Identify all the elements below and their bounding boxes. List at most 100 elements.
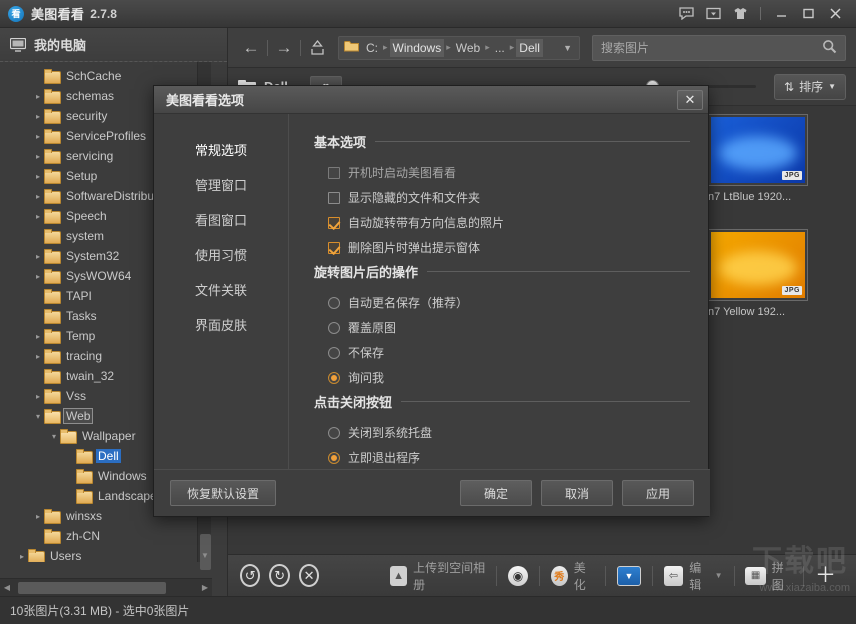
- search-box[interactable]: [592, 35, 846, 61]
- edit-button[interactable]: ⇦ 编辑 ▼: [656, 559, 731, 593]
- app-title: 美图看看: [31, 4, 84, 23]
- radio-option[interactable]: 自动更名保存（推荐）: [314, 290, 690, 315]
- checkbox-icon[interactable]: [328, 242, 340, 254]
- scroll-right-icon[interactable]: ▶: [198, 583, 212, 592]
- expand-arrow-icon[interactable]: ▸: [32, 92, 44, 101]
- search-icon[interactable]: [822, 39, 837, 57]
- expand-arrow-icon[interactable]: ▸: [32, 512, 44, 521]
- skin-icon[interactable]: [727, 3, 753, 25]
- radio-option[interactable]: 立即退出程序: [314, 445, 690, 470]
- breadcrumb[interactable]: C:▸Windows▸Web▸...▸Dell ▼: [338, 36, 580, 60]
- expand-arrow-icon[interactable]: ▸: [32, 252, 44, 261]
- search-input[interactable]: [601, 41, 822, 55]
- apply-button[interactable]: 应用: [622, 480, 694, 506]
- radio-icon[interactable]: [328, 297, 340, 309]
- tree-item[interactable]: ▸ Users: [0, 546, 212, 562]
- radio-icon[interactable]: [328, 452, 340, 464]
- rotate-right-button[interactable]: ↻: [269, 564, 289, 587]
- scroll-down-icon[interactable]: ▼: [198, 549, 212, 562]
- dialog-nav[interactable]: 常规选项管理窗口看图窗口使用习惯文件关联界面皮肤: [154, 114, 289, 471]
- radio-icon[interactable]: [328, 347, 340, 359]
- window-controls: [673, 3, 856, 25]
- expand-arrow-icon[interactable]: ▸: [32, 352, 44, 361]
- collage-button[interactable]: ▦ 拼图: [737, 559, 800, 593]
- app-logo-icon: 看: [8, 6, 24, 22]
- expand-arrow-icon[interactable]: ▸: [32, 112, 44, 121]
- checkbox-option[interactable]: 自动旋转带有方向信息的照片: [314, 210, 690, 235]
- collapse-arrow-icon[interactable]: ▾: [48, 432, 60, 441]
- feedback-icon[interactable]: [673, 3, 699, 25]
- expand-arrow-icon[interactable]: ▸: [32, 332, 44, 341]
- thumbnail-item[interactable]: JPGn7 Yellow 192...: [708, 229, 818, 318]
- weibo-button[interactable]: ◉: [500, 566, 536, 586]
- radio-option[interactable]: 关闭到系统托盘: [314, 420, 690, 445]
- back-icon[interactable]: ←: [238, 35, 264, 61]
- radio-option[interactable]: 不保存: [314, 340, 690, 365]
- upload-album-button[interactable]: ▲ 上传到空间相册: [382, 559, 493, 593]
- sidebar-header-my-computer[interactable]: 我的电脑: [0, 28, 227, 62]
- restore-defaults-button[interactable]: 恢复默认设置: [170, 480, 276, 506]
- expand-arrow-icon[interactable]: ▸: [32, 212, 44, 221]
- minimize-icon[interactable]: [768, 3, 794, 25]
- add-button[interactable]: ＋: [807, 567, 844, 585]
- h-scroll-thumb[interactable]: [18, 582, 166, 594]
- tree-item-label: servicing: [64, 149, 115, 163]
- up-level-icon[interactable]: [304, 35, 330, 61]
- close-icon[interactable]: [822, 3, 848, 25]
- sort-button[interactable]: ⇅ 排序 ▼: [774, 74, 846, 100]
- expand-arrow-icon[interactable]: ▸: [16, 552, 28, 561]
- screen-button[interactable]: ▼: [609, 566, 649, 586]
- maximize-icon[interactable]: [795, 3, 821, 25]
- radio-icon[interactable]: [328, 427, 340, 439]
- expand-arrow-icon[interactable]: ▸: [32, 272, 44, 281]
- beautify-button[interactable]: 秀 美化: [543, 559, 602, 593]
- radio-option[interactable]: 询问我: [314, 365, 690, 390]
- tray-icon[interactable]: [700, 3, 726, 25]
- dialog-nav-item[interactable]: 文件关联: [154, 272, 288, 307]
- scroll-left-icon[interactable]: ◀: [0, 583, 14, 592]
- expand-arrow-icon[interactable]: ▸: [32, 132, 44, 141]
- expand-arrow-icon[interactable]: ▸: [32, 152, 44, 161]
- radio-option[interactable]: 覆盖原图: [314, 315, 690, 340]
- expand-arrow-icon[interactable]: ▸: [32, 392, 44, 401]
- upload-album-label: 上传到空间相册: [413, 559, 485, 593]
- delete-button[interactable]: ✕: [299, 564, 319, 587]
- expand-arrow-icon[interactable]: ▸: [32, 192, 44, 201]
- checkbox-icon[interactable]: [328, 217, 340, 229]
- thumbnail-item[interactable]: JPGn7 LtBlue 1920...: [708, 114, 818, 203]
- dialog-nav-item[interactable]: 常规选项: [154, 132, 288, 167]
- folder-icon: [44, 350, 59, 362]
- edit-caret-icon[interactable]: ▼: [715, 571, 723, 580]
- checkbox-icon[interactable]: [328, 192, 340, 204]
- breadcrumb-item[interactable]: ...: [492, 39, 508, 57]
- breadcrumb-item[interactable]: Dell: [516, 39, 543, 57]
- checkbox-icon[interactable]: [328, 167, 340, 179]
- breadcrumb-dropdown-icon[interactable]: ▼: [563, 43, 577, 53]
- h-scroll-track[interactable]: [14, 582, 198, 594]
- breadcrumb-item[interactable]: Web: [453, 39, 483, 57]
- tree-item-label: Setup: [64, 169, 99, 183]
- tree-item-label: Users: [48, 549, 83, 562]
- expand-arrow-icon[interactable]: ▸: [32, 172, 44, 181]
- radio-icon[interactable]: [328, 372, 340, 384]
- dialog-nav-item[interactable]: 使用习惯: [154, 237, 288, 272]
- checkbox-option[interactable]: 显示隐藏的文件和文件夹: [314, 185, 690, 210]
- dialog-nav-item[interactable]: 界面皮肤: [154, 307, 288, 342]
- sidebar-horizontal-scrollbar[interactable]: ◀ ▶: [0, 578, 212, 596]
- dialog-nav-item[interactable]: 管理窗口: [154, 167, 288, 202]
- forward-icon[interactable]: →: [271, 35, 297, 61]
- tree-item[interactable]: zh-CN: [0, 526, 212, 546]
- tree-item[interactable]: SchCache: [0, 66, 212, 86]
- rotate-left-button[interactable]: ↺: [240, 564, 260, 587]
- breadcrumb-item[interactable]: Windows: [390, 39, 445, 57]
- ok-button[interactable]: 确定: [460, 480, 532, 506]
- breadcrumb-item[interactable]: C:: [363, 39, 381, 57]
- cancel-button[interactable]: 取消: [541, 480, 613, 506]
- checkbox-option[interactable]: 开机时启动美图看看: [314, 160, 690, 185]
- dialog-nav-item[interactable]: 看图窗口: [154, 202, 288, 237]
- sidebar-header-label: 我的电脑: [34, 35, 86, 54]
- dialog-close-button[interactable]: ✕: [677, 90, 703, 110]
- radio-icon[interactable]: [328, 322, 340, 334]
- collapse-arrow-icon[interactable]: ▾: [32, 412, 44, 421]
- checkbox-option[interactable]: 删除图片时弹出提示窗体: [314, 235, 690, 260]
